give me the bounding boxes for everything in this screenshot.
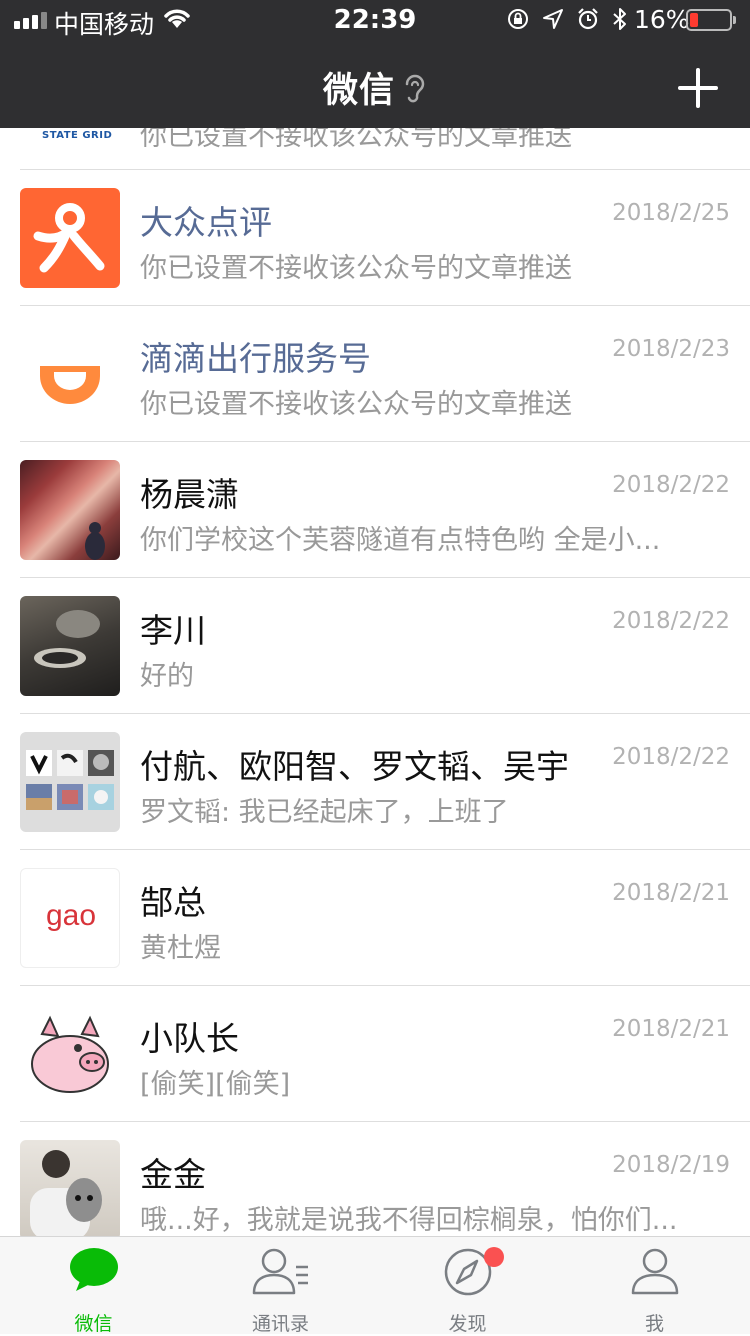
chat-message: 哦...好，我就是说我不得回棕榈泉，怕你们... bbox=[140, 1205, 678, 1236]
chat-name: 小队长 bbox=[140, 1019, 239, 1058]
page-title-text: 微信 bbox=[322, 71, 395, 111]
chat-message: 罗文韬: 我已经起床了，上班了 bbox=[140, 797, 509, 828]
chat-row[interactable]: gao 郜总 黄杜煜 2018/2/21 bbox=[0, 850, 750, 986]
chat-name: 郜总 bbox=[140, 883, 206, 922]
battery-percent: 16% bbox=[634, 5, 690, 34]
group-grid bbox=[20, 732, 120, 832]
photo-teapot bbox=[20, 596, 120, 696]
location-icon bbox=[542, 8, 564, 34]
tab-bar: 微信 通讯录 发现 我 bbox=[0, 1236, 750, 1335]
tab-label: 通讯录 bbox=[251, 1313, 309, 1335]
rotation-lock-icon bbox=[506, 7, 530, 35]
chat-name: 滴滴出行服务号 bbox=[140, 339, 371, 378]
tab-label: 发现 bbox=[448, 1313, 487, 1335]
chat-date: 2018/2/21 bbox=[612, 880, 730, 906]
chat-date: 2018/2/22 bbox=[612, 744, 730, 770]
chat-message: 你们学校这个芙蓉隧道有点特色哟 全是小... bbox=[140, 525, 661, 556]
chat-message: 你已设置不接收该公众号的文章推送 bbox=[140, 253, 572, 284]
chat-row[interactable]: 大众点评 你已设置不接收该公众号的文章推送 2018/2/25 bbox=[0, 170, 750, 306]
tab-me[interactable]: 我 bbox=[561, 1237, 748, 1335]
chat-row[interactable]: 杨晨潇 你们学校这个芙蓉隧道有点特色哟 全是小... 2018/2/22 bbox=[0, 442, 750, 578]
tab-label: 我 bbox=[644, 1313, 664, 1335]
chat-date: 2018/2/23 bbox=[612, 336, 730, 362]
person-icon bbox=[630, 1247, 680, 1301]
chat-name: 金金 bbox=[140, 1155, 206, 1194]
add-button[interactable] bbox=[676, 66, 720, 110]
state-grid-logo: STATE GRID bbox=[42, 130, 113, 141]
chat-message: [偷笑][偷笑] bbox=[140, 1069, 291, 1100]
chat-message: 你已设置不接收该公众号的文章推送 bbox=[140, 128, 572, 152]
ear-icon bbox=[403, 72, 427, 113]
contacts-icon bbox=[252, 1247, 310, 1301]
status-bar: 中国移动 22:39 16% bbox=[0, 0, 750, 40]
system-icons bbox=[506, 7, 628, 35]
chat-name: 大众点评 bbox=[140, 203, 272, 242]
chat-row[interactable]: 金金 哦...好，我就是说我不得回棕榈泉，怕你们... 2018/2/19 bbox=[0, 1122, 750, 1236]
alarm-icon bbox=[576, 7, 600, 35]
photo-canyon bbox=[20, 460, 120, 560]
tab-chats[interactable]: 微信 bbox=[0, 1237, 187, 1335]
svg-text:gao: gao bbox=[46, 899, 96, 932]
tab-label: 微信 bbox=[74, 1313, 113, 1335]
chat-name: 杨晨潇 bbox=[140, 475, 239, 514]
notification-badge bbox=[484, 1247, 504, 1267]
chat-bubble-icon bbox=[68, 1247, 120, 1297]
chat-row[interactable]: 李川 好的 2018/2/22 bbox=[0, 578, 750, 714]
bluetooth-icon bbox=[612, 7, 628, 35]
chat-name: 付航、欧阳智、罗文韬、吴宇 bbox=[140, 747, 569, 786]
chat-row[interactable]: 付航、欧阳智、罗文韬、吴宇 罗文韬: 我已经起床了，上班了 2018/2/22 bbox=[0, 714, 750, 850]
chat-date: 2018/2/22 bbox=[612, 472, 730, 498]
chat-name: 李川 bbox=[140, 611, 206, 650]
dianping-logo bbox=[20, 188, 120, 288]
battery-icon bbox=[686, 9, 736, 31]
top-bar: 中国移动 22:39 16% 微信 bbox=[0, 0, 750, 128]
chat-date: 2018/2/21 bbox=[612, 1016, 730, 1042]
page-title: 微信 bbox=[0, 62, 750, 113]
chat-message: 你已设置不接收该公众号的文章推送 bbox=[140, 389, 572, 420]
chat-message: 好的 bbox=[140, 661, 194, 692]
cartoon-pig bbox=[20, 1004, 120, 1104]
chat-message: 黄杜煜 bbox=[140, 933, 221, 964]
chat-date: 2018/2/22 bbox=[612, 608, 730, 634]
chat-list[interactable]: STATE GRID 你已设置不接收该公众号的文章推送 大众点评 你已设置不接收… bbox=[0, 128, 750, 1236]
gao-logo: gao bbox=[20, 868, 120, 968]
didi-logo bbox=[20, 324, 120, 424]
photo-dog bbox=[20, 1140, 120, 1236]
tab-discover[interactable]: 发现 bbox=[374, 1237, 561, 1335]
chat-date: 2018/2/19 bbox=[612, 1152, 730, 1178]
chat-row[interactable]: 小队长 [偷笑][偷笑] 2018/2/21 bbox=[0, 986, 750, 1122]
tab-contacts[interactable]: 通讯录 bbox=[187, 1237, 374, 1335]
chat-date: 2018/2/25 bbox=[612, 200, 730, 226]
chat-row[interactable]: 滴滴出行服务号 你已设置不接收该公众号的文章推送 2018/2/23 bbox=[0, 306, 750, 442]
chat-row-partial[interactable]: STATE GRID 你已设置不接收该公众号的文章推送 bbox=[0, 128, 750, 170]
